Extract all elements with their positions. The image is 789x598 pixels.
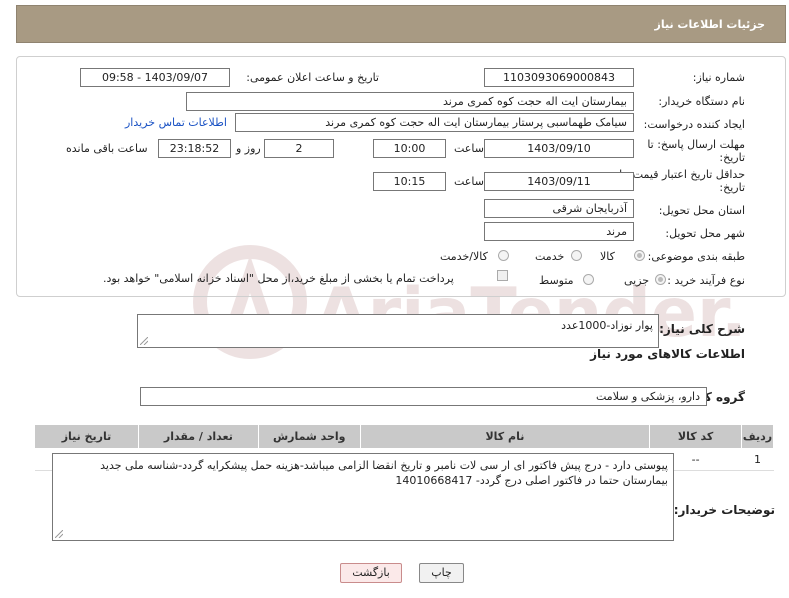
category-option-goods-service: کالا/خدمت	[440, 250, 488, 263]
creator-label: ایجاد کننده درخواست:	[643, 118, 745, 131]
deadline-date-label: تاریخ:	[719, 151, 745, 164]
column-header-row-number: ردیف	[741, 424, 774, 449]
price-validity-time-label: ساعت	[454, 175, 484, 188]
treasury-payment-note: پرداخت تمام یا بخشی از مبلغ خرید،از محل …	[103, 272, 454, 285]
need-number-field[interactable]: 1103093069000843	[484, 68, 634, 87]
deadline-label: مهلت ارسال پاسخ: تا	[647, 138, 745, 151]
description-textarea[interactable]: پوار نوزاد-1000عدد	[137, 314, 659, 348]
column-header-quantity: تعداد / مقدار	[137, 424, 259, 449]
buyer-notes-textarea[interactable]: پیوستی دارد - درج پیش فاکتور ای ار سی لا…	[52, 453, 674, 541]
buyer-notes-text: پیوستی دارد - درج پیش فاکتور ای ار سی لا…	[100, 459, 668, 487]
column-header-name: نام کالا	[359, 424, 651, 449]
category-label: طبقه بندی موضوعی:	[647, 250, 745, 263]
table-header-row: ردیف کد کالا نام کالا واحد شمارش تعداد /…	[34, 424, 774, 449]
province-label: استان محل تحویل:	[658, 204, 745, 217]
goods-group-field[interactable]: دارو، پزشکی و سلامت	[140, 387, 707, 406]
process-option-medium: متوسط	[539, 274, 574, 287]
time-remaining-label: ساعت باقی مانده	[66, 142, 148, 155]
buyer-notes-label: توضیحات خریدار:	[673, 503, 775, 517]
buyer-org-label: نام دستگاه خریدار:	[658, 95, 745, 108]
price-validity-date-label: تاریخ:	[719, 181, 745, 194]
province-field[interactable]: آذربایجان شرقی	[484, 199, 634, 218]
category-radio-service[interactable]	[571, 250, 582, 261]
announce-datetime-label: تاریخ و ساعت اعلان عمومی:	[246, 71, 379, 84]
resize-grip-icon[interactable]	[140, 337, 148, 345]
description-label: شرح کلی نیاز:	[659, 322, 745, 336]
page-title: جزئیات اطلاعات نیاز	[654, 18, 766, 31]
resize-grip-icon[interactable]	[55, 530, 63, 538]
goods-info-title: اطلاعات کالاهای مورد نیاز	[590, 347, 745, 361]
creator-field[interactable]: سیامک طهماسبی پرستار بیمارستان ایت اله ح…	[235, 113, 634, 132]
process-radio-minor[interactable]	[655, 274, 666, 285]
deadline-time-label: ساعت	[454, 142, 484, 155]
buyer-contact-link[interactable]: اطلاعات تماس خریدار	[125, 116, 227, 129]
time-remaining-field[interactable]: 23:18:52	[158, 139, 231, 158]
process-radio-medium[interactable]	[583, 274, 594, 285]
column-header-date: تاریخ نیاز	[34, 424, 139, 449]
city-label: شهر محل تحویل:	[665, 227, 745, 240]
cell-row-number: 1	[741, 448, 774, 471]
print-button[interactable]: چاپ	[419, 563, 464, 583]
deadline-date-field[interactable]: 1403/09/10	[484, 139, 634, 158]
buyer-org-field[interactable]: بیمارستان ایت اله حجت کوه کمری مرند	[186, 92, 634, 111]
column-header-unit: واحد شمارش	[257, 424, 361, 449]
category-radio-goods-service[interactable]	[498, 250, 509, 261]
category-option-service: خدمت	[535, 250, 565, 263]
category-radio-goods[interactable]	[634, 250, 645, 261]
treasury-payment-checkbox[interactable]	[497, 270, 508, 281]
need-number-label: شماره نیاز:	[692, 71, 745, 84]
price-validity-date-field[interactable]: 1403/09/11	[484, 172, 634, 191]
deadline-time-field[interactable]: 10:00	[373, 139, 446, 158]
price-validity-time-field[interactable]: 10:15	[373, 172, 446, 191]
days-label: روز و	[236, 142, 261, 155]
days-remaining-field[interactable]: 2	[264, 139, 334, 158]
page-header: جزئیات اطلاعات نیاز	[16, 5, 786, 43]
back-button[interactable]: بازگشت	[340, 563, 402, 583]
description-text: پوار نوزاد-1000عدد	[561, 319, 653, 332]
process-type-label: نوع فرآیند خرید :	[667, 274, 745, 287]
announce-datetime-field[interactable]: 1403/09/07 - 09:58	[80, 68, 230, 87]
price-validity-label: حداقل تاریخ اعتبار قیمت: تا	[619, 168, 745, 181]
city-field[interactable]: مرند	[484, 222, 634, 241]
column-header-code: کد کالا	[649, 424, 743, 449]
category-option-goods: کالا	[600, 250, 615, 263]
process-option-minor: جزیی	[624, 274, 650, 287]
